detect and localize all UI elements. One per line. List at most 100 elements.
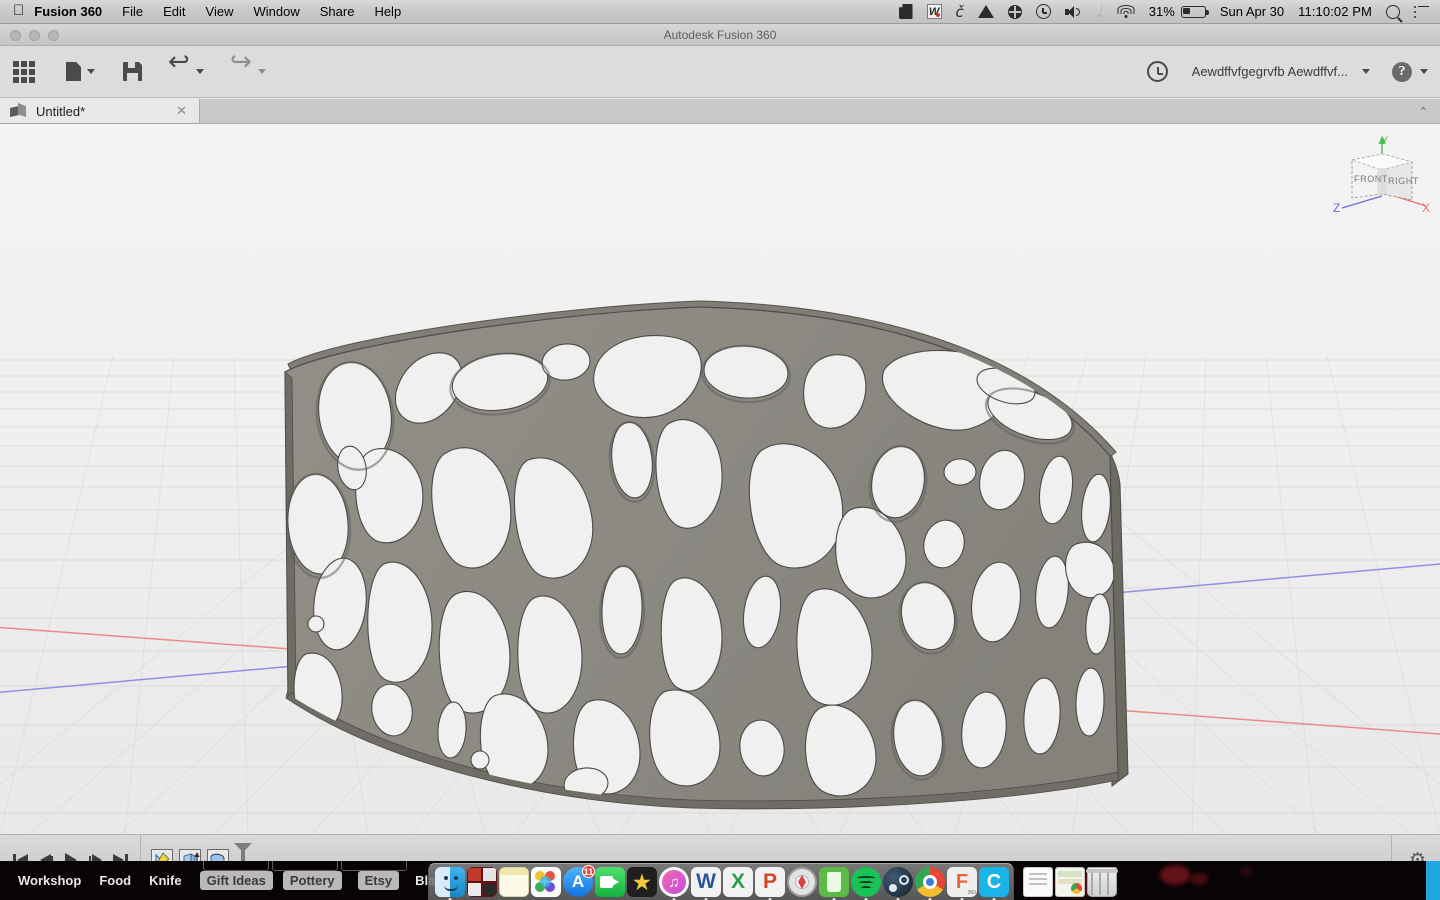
x-axis-label: X — [1422, 201, 1430, 215]
document-tab-label: Untitled* — [36, 103, 86, 119]
bookmark-pottery[interactable]: Pottery — [282, 871, 342, 890]
chevron-down-icon[interactable] — [1420, 69, 1428, 74]
close-button[interactable] — [10, 30, 21, 41]
google-drive-status-icon[interactable] — [971, 0, 1001, 24]
dock-item-photos[interactable] — [531, 867, 561, 897]
macos-dock: A 11 ★ ♫ W X P F 360 C — [428, 863, 1118, 900]
dock-item-photo-collage[interactable] — [467, 867, 497, 897]
dock-item-finder[interactable] — [435, 867, 465, 900]
z-axis-indicator — [1341, 195, 1383, 209]
safari-window-frame — [341, 861, 407, 871]
notification-center-icon[interactable] — [1407, 0, 1440, 24]
menu-bar-status-items: W č ᛦ 31% Sun Apr 30 11:10:02 PM — [892, 0, 1440, 24]
window-title: Autodesk Fusion 360 — [663, 27, 777, 42]
dock-item-imovie[interactable]: ★ — [627, 867, 657, 897]
grid-icon — [13, 60, 35, 83]
safari-window-frame — [272, 861, 338, 871]
menu-item-edit[interactable]: Edit — [153, 0, 195, 24]
dock-item-safari[interactable] — [787, 867, 817, 897]
bookmark-workshop[interactable]: Workshop — [18, 873, 81, 888]
chevron-down-icon — [258, 69, 266, 74]
job-status-icon[interactable] — [1146, 61, 1168, 82]
dock-item-microsoft-excel[interactable]: X — [723, 867, 753, 897]
menu-item-window[interactable]: Window — [243, 0, 309, 24]
volume-status-icon[interactable] — [1058, 0, 1088, 24]
dock-item-spotify[interactable] — [851, 867, 881, 900]
dock-item-downloads-stack[interactable] — [1055, 867, 1085, 897]
dock-item-microsoft-powerpoint[interactable]: P — [755, 867, 785, 900]
file-menu-button[interactable] — [35, 46, 95, 98]
dock-item-documents-stack[interactable] — [1023, 867, 1053, 897]
menu-bar-date: Sun Apr 30 — [1219, 4, 1285, 19]
file-icon — [66, 62, 81, 81]
zoom-button[interactable] — [48, 30, 59, 41]
app-store-badge: 11 — [582, 865, 595, 878]
bookmark-etsy[interactable]: Etsy — [357, 871, 400, 890]
menu-item-file[interactable]: File — [112, 0, 153, 24]
menu-item-fusion-360[interactable]: Fusion 360 — [29, 0, 112, 24]
grammarly-status-icon[interactable] — [1001, 0, 1029, 24]
viewcube-right-label: RIGHT — [1388, 176, 1419, 186]
dock-item-fusion-360[interactable]: F 360 — [947, 867, 977, 900]
menu-bar-clock: 11:10:02 PM — [1298, 4, 1372, 19]
voronoi-panel-model — [284, 300, 1129, 810]
menu-item-help[interactable]: Help — [364, 0, 411, 24]
undo-icon — [168, 47, 190, 80]
dock-item-app-store[interactable]: A 11 — [563, 865, 595, 897]
time-machine-status-icon[interactable] — [1029, 0, 1058, 24]
document-tab-untitled[interactable]: Untitled* ✕ — [0, 99, 200, 123]
bookmark-knife[interactable]: Knife — [149, 873, 182, 888]
redo-button[interactable] — [204, 46, 266, 98]
viewcube-front-label: FRONT — [1354, 174, 1388, 184]
view-cube[interactable]: Y X Z FRONT RIGHT — [1330, 132, 1434, 228]
z-axis-label: Z — [1333, 201, 1340, 215]
help-icon[interactable]: ? — [1392, 61, 1412, 82]
dock-item-notes[interactable] — [499, 867, 529, 897]
viewport-canvas — [0, 124, 1440, 834]
minimize-button[interactable] — [29, 30, 40, 41]
document-tab-strip: Untitled* ✕ ⌃ — [0, 99, 1440, 124]
dock-item-microsoft-word[interactable]: W — [691, 867, 721, 900]
collapse-toolbar-icon[interactable]: ⌃ — [1419, 105, 1428, 118]
save-button[interactable] — [95, 46, 142, 98]
account-name-label[interactable]: Aewdffvfgegrvfb Aewdffvf... — [1192, 64, 1348, 79]
menu-item-share[interactable]: Share — [310, 0, 365, 24]
dock-item-steam[interactable] — [883, 867, 913, 900]
3d-viewport[interactable]: Y X Z FRONT RIGHT — [0, 124, 1440, 834]
application-toolbar: Aewdffvfgegrvfb Aewdffvf... ? — [0, 46, 1440, 98]
wifi-status-icon[interactable] — [1111, 0, 1142, 24]
dock-item-cura[interactable]: C — [979, 867, 1009, 900]
dock-item-facetime[interactable] — [595, 867, 625, 897]
cleanmymac-status-icon[interactable]: č — [949, 0, 971, 24]
window-title-bar: Autodesk Fusion 360 — [0, 24, 1440, 46]
spotlight-search-icon[interactable] — [1379, 0, 1407, 24]
undo-button[interactable] — [142, 46, 204, 98]
fusion360-window: Autodesk Fusion 360 Ae — [0, 24, 1440, 886]
bluetooth-status-icon[interactable]: ᛦ — [1088, 0, 1111, 24]
battery-status-icon[interactable] — [1179, 0, 1213, 24]
safari-bookmarks-bar: Workshop Food Knife Gift Ideas Pottery E… — [0, 861, 443, 900]
dock-item-itunes[interactable]: ♫ — [659, 867, 689, 900]
dock-item-evernote[interactable] — [819, 867, 849, 900]
chevron-down-icon — [87, 69, 95, 74]
window-controls[interactable] — [10, 30, 59, 41]
macos-menu-bar:  Fusion 360 File Edit View Window Share… — [0, 0, 1440, 24]
design-document-icon — [10, 103, 26, 119]
evernote-status-icon[interactable] — [892, 0, 920, 24]
battery-percent-label[interactable]: 31% — [1142, 0, 1179, 24]
show-data-panel-button[interactable] — [0, 46, 35, 98]
chevron-down-icon[interactable] — [1362, 69, 1370, 74]
toolbar-right-group: Aewdffvfgegrvfb Aewdffvf... ? — [1146, 46, 1440, 98]
chevron-down-icon — [196, 69, 204, 74]
microsoft-word-status-icon[interactable]: W — [920, 0, 949, 24]
menu-item-view[interactable]: View — [196, 0, 244, 24]
y-axis-label: Y — [1381, 135, 1389, 147]
bookmark-food[interactable]: Food — [99, 873, 131, 888]
chrome-window-edge — [1426, 861, 1440, 900]
save-icon — [123, 62, 142, 81]
close-icon[interactable]: ✕ — [176, 103, 187, 119]
bookmark-gift-ideas[interactable]: Gift Ideas — [199, 871, 273, 890]
apple-menu-icon[interactable]:  — [13, 3, 24, 18]
dock-item-trash[interactable] — [1086, 867, 1118, 897]
dock-item-google-chrome[interactable] — [915, 867, 945, 900]
